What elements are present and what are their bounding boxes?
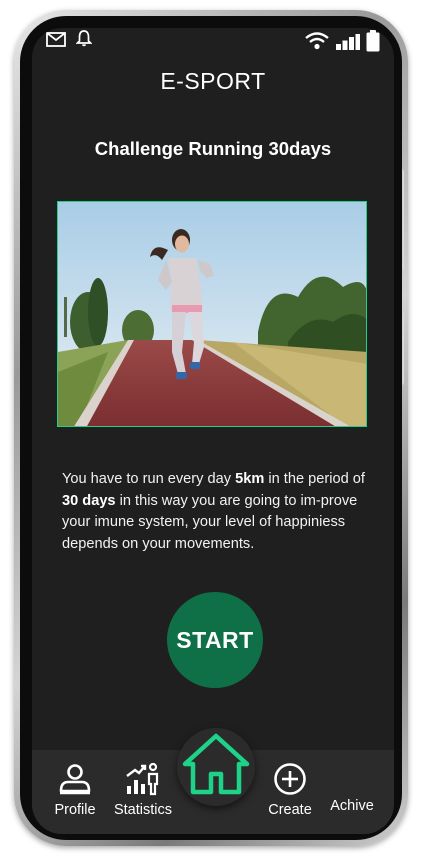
nav-item-achive[interactable]: Achive — [325, 762, 379, 814]
challenge-title: Challenge Running 30days — [94, 138, 332, 159]
profile-icon — [59, 764, 91, 795]
runner-illustration — [58, 202, 366, 426]
nav-item-create[interactable]: Create — [262, 762, 318, 818]
signal-icon — [336, 34, 360, 50]
home-button[interactable] — [177, 728, 255, 806]
plus-circle-icon — [274, 763, 306, 795]
desc-period: 30 days — [62, 492, 116, 509]
nav-item-profile[interactable]: Profile — [50, 762, 100, 818]
wifi-icon — [305, 32, 329, 50]
nav-label-create: Create — [268, 802, 312, 818]
app-title: E-SPORT — [160, 68, 266, 94]
battery-icon — [366, 30, 380, 52]
desc-text-2: in the period of — [264, 471, 365, 487]
bell-icon — [76, 30, 92, 47]
start-button[interactable]: START — [167, 592, 263, 688]
nav-label-achive: Achive — [330, 798, 374, 814]
desc-text-1: You have to run every day — [62, 471, 236, 487]
challenge-image — [57, 201, 367, 427]
achive-icon — [335, 762, 369, 796]
desc-distance: 5km — [235, 471, 265, 487]
nav-label-statistics: Statistics — [113, 802, 172, 818]
home-icon — [182, 733, 250, 795]
challenge-description: You have to run every day 5km in the per… — [62, 469, 372, 555]
mail-icon — [46, 32, 66, 47]
nav-item-statistics[interactable]: Statistics — [108, 762, 178, 818]
status-bar — [32, 28, 394, 56]
app-screen: E-SPORT Challenge Running 30days You hav… — [32, 28, 394, 834]
nav-label-profile: Profile — [54, 802, 96, 818]
statistics-icon — [126, 762, 159, 796]
